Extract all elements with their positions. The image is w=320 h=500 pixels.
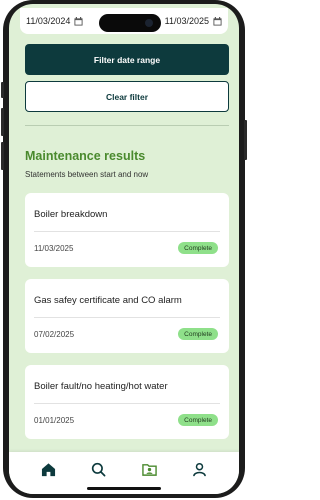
card-date: 07/02/2025 [34, 330, 75, 339]
card-divider [34, 403, 220, 404]
end-date-field[interactable]: 11/03/2025 [165, 16, 222, 26]
section-divider [25, 125, 229, 126]
results-subtitle: Statements between start and now [25, 170, 149, 179]
card-title: Gas safey certificate and CO alarm [34, 295, 182, 306]
clear-filter-button[interactable]: Clear filter [25, 81, 229, 112]
folder-person-icon [141, 463, 157, 476]
results-title: Maintenance results [25, 149, 146, 163]
calendar-icon[interactable] [213, 16, 222, 26]
phone-power-button [244, 120, 247, 160]
phone-frame: 11/03/2024 11/03/2025 Filter date range … [1, 0, 247, 498]
front-camera [145, 19, 153, 27]
card-date: 11/03/2025 [34, 244, 74, 253]
card-title: Boiler breakdown [34, 209, 108, 220]
card-date: 01/01/2025 [34, 416, 75, 425]
end-date-value: 11/03/2025 [164, 16, 209, 26]
home-icon [41, 462, 55, 476]
result-card[interactable]: Gas safey certificate and CO alarm 07/02… [25, 279, 229, 353]
tab-search[interactable] [89, 460, 109, 478]
dynamic-island [99, 14, 161, 32]
result-card[interactable]: Boiler breakdown 11/03/2025 Complete [25, 193, 229, 267]
start-date-field[interactable]: 11/03/2024 [26, 16, 83, 26]
phone-mute-switch [1, 82, 4, 98]
filter-date-range-button[interactable]: Filter date range [25, 44, 229, 75]
card-divider [34, 231, 220, 232]
home-indicator [87, 487, 161, 490]
tab-documents[interactable] [139, 460, 159, 478]
card-title: Boiler fault/no heating/hot water [34, 381, 168, 392]
status-badge: Complete [178, 414, 218, 426]
status-badge: Complete [178, 328, 218, 340]
calendar-icon[interactable] [74, 16, 83, 26]
result-card[interactable]: Boiler fault/no heating/hot water 01/01/… [25, 365, 229, 439]
search-icon [92, 462, 106, 476]
phone-volume-down [1, 142, 4, 170]
app-screen: 11/03/2024 11/03/2025 Filter date range … [9, 4, 239, 494]
phone-volume-up [1, 108, 4, 136]
start-date-value: 11/03/2024 [26, 16, 71, 26]
tab-home[interactable] [38, 460, 58, 478]
tab-profile[interactable] [190, 460, 210, 478]
card-divider [34, 317, 220, 318]
status-badge: Complete [178, 242, 218, 254]
profile-icon [193, 462, 207, 476]
